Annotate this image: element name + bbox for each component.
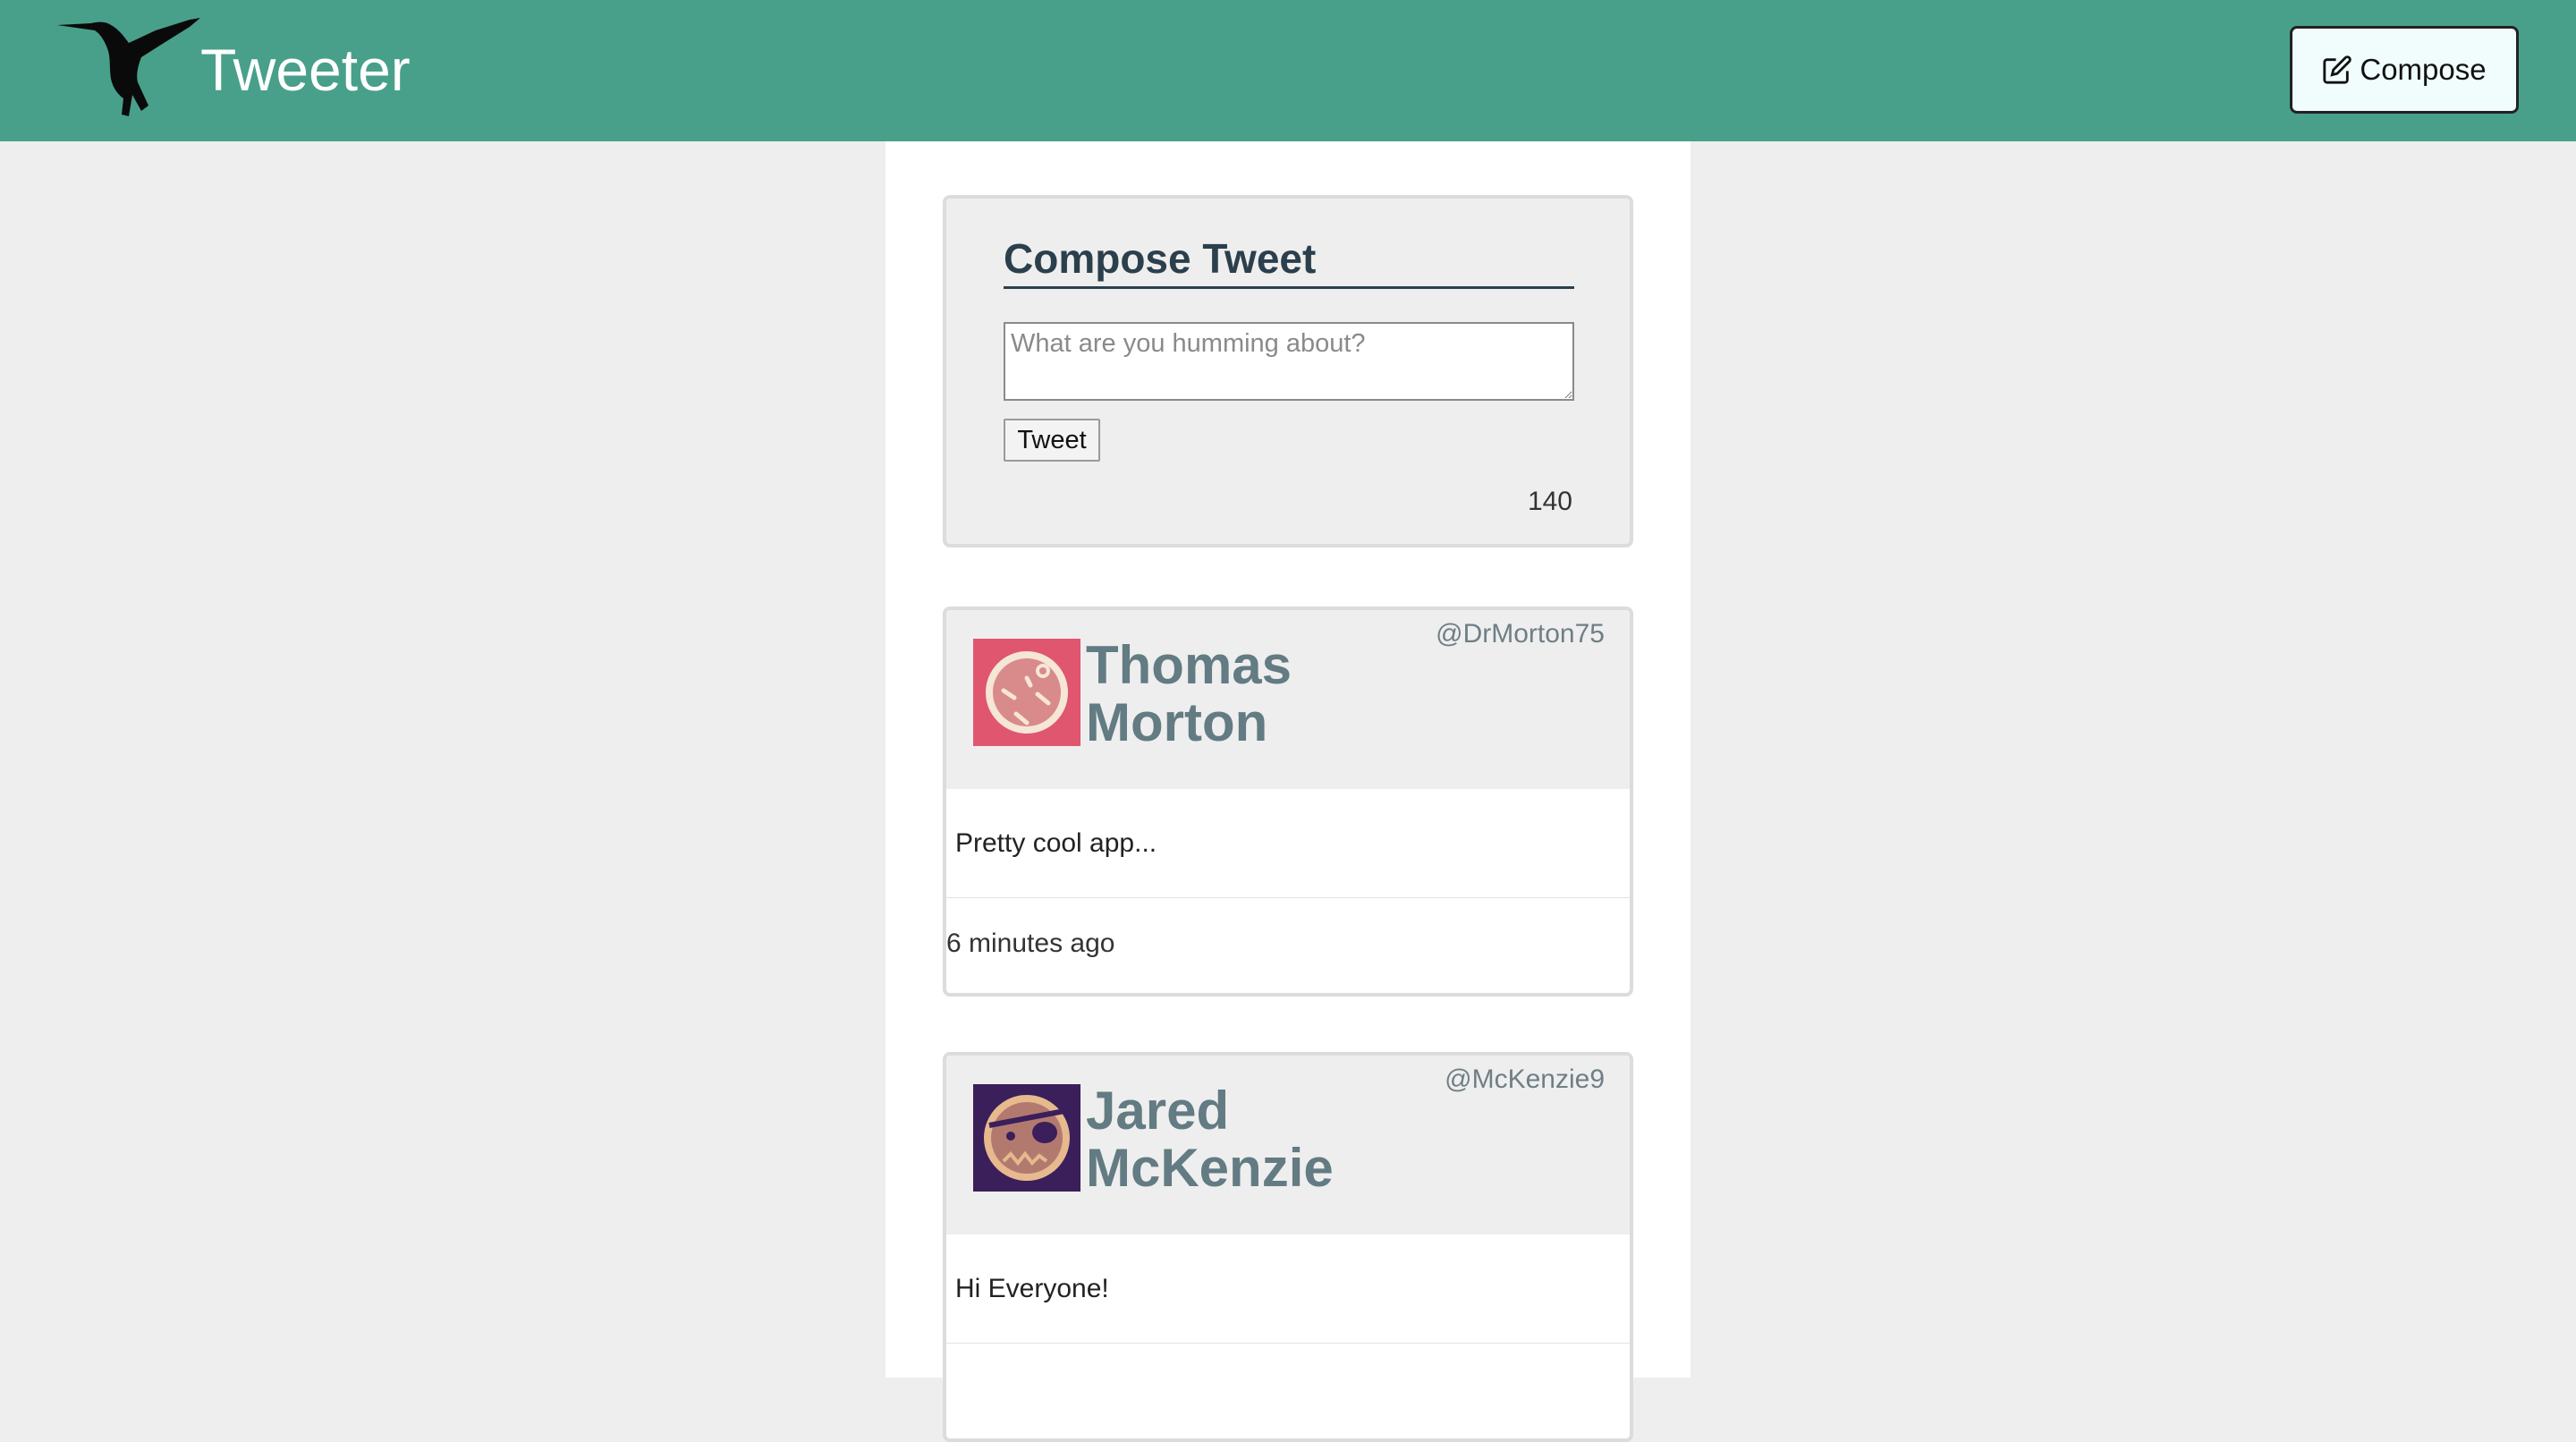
compose-button-label: Compose: [2360, 53, 2487, 86]
tweet-card: Thomas Morton @DrMorton75 Pretty cool ap…: [943, 606, 1633, 997]
edit-icon: [2323, 55, 2352, 84]
tweet-submit-button[interactable]: Tweet: [1004, 419, 1100, 462]
tweet-author-name: Jared McKenzie: [1086, 1081, 1334, 1198]
tweet-header: Jared McKenzie @McKenzie9: [946, 1056, 1630, 1234]
navbar: Tweeter Compose: [0, 0, 2576, 141]
tweet-timestamp: [946, 1344, 1630, 1435]
compose-tweet-panel: Compose Tweet Tweet 140: [943, 195, 1633, 547]
tweet-timestamp: 6 minutes ago: [946, 929, 1115, 958]
brand-title[interactable]: Tweeter: [200, 34, 411, 106]
char-counter: 140: [1527, 487, 1572, 516]
tweet-author-handle: @DrMorton75: [1436, 619, 1605, 649]
main-column: Compose Tweet Tweet 140 Thomas Morton @D…: [886, 141, 1690, 1442]
tweet-author-handle: @McKenzie9: [1445, 1065, 1605, 1094]
compose-toggle-button[interactable]: Compose: [2290, 26, 2519, 114]
compose-title: Compose Tweet: [1004, 233, 1574, 289]
tweet-header: Thomas Morton @DrMorton75: [946, 610, 1630, 789]
tweet-author-name: Thomas Morton: [1086, 635, 1292, 752]
hummingbird-icon: [57, 18, 200, 116]
tweet-text-input[interactable]: [1004, 322, 1574, 401]
tweet-card: Jared McKenzie @McKenzie9 Hi Everyone!: [943, 1052, 1633, 1442]
tweet-content: Pretty cool app...: [946, 789, 1630, 898]
tweet-content: Hi Everyone!: [946, 1234, 1630, 1344]
dizzy-face-avatar-icon: [973, 639, 1080, 746]
pirate-face-avatar-icon: [973, 1084, 1080, 1192]
